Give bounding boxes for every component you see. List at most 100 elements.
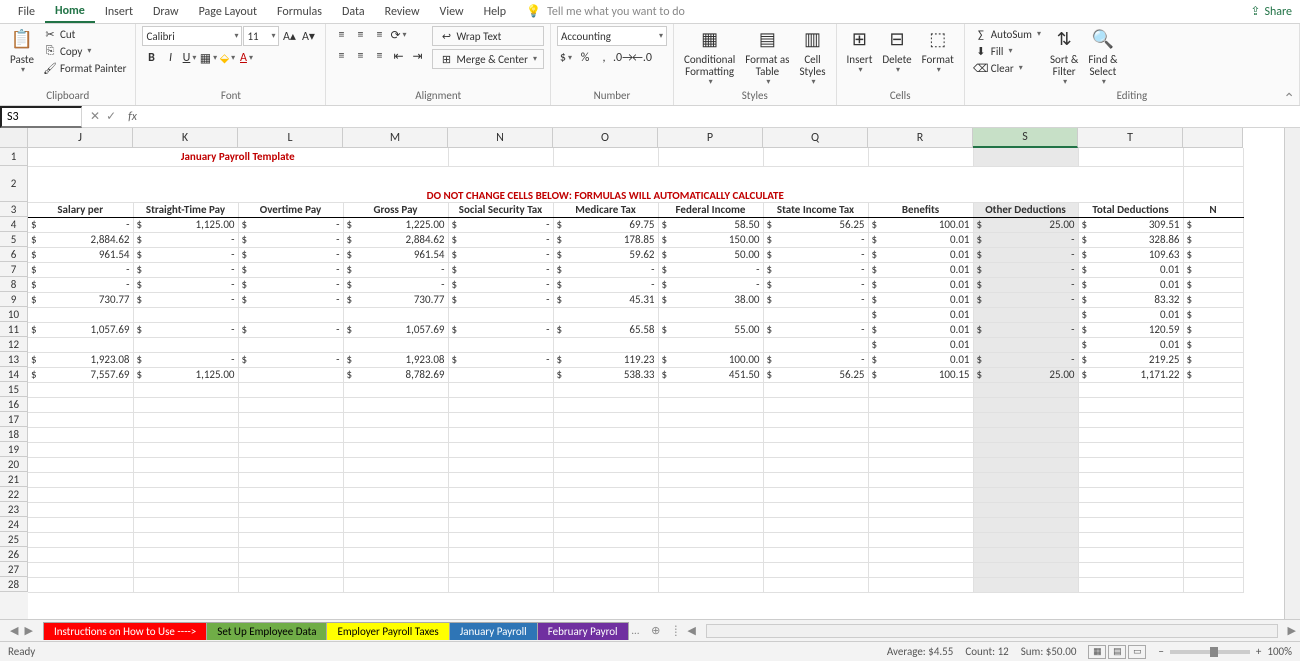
sort-filter-button[interactable]: ⇅Sort & Filter▾: [1046, 26, 1082, 89]
tab-review[interactable]: Review: [375, 2, 430, 22]
format-as-table-button[interactable]: ▤Format as Table▾: [741, 26, 793, 89]
align-middle-icon[interactable]: ≡: [351, 26, 369, 44]
zoom-in-icon[interactable]: +: [1256, 645, 1261, 658]
tab-nav-left-icon[interactable]: ◀: [10, 624, 18, 637]
collapse-ribbon-icon[interactable]: ⌃: [1283, 90, 1295, 107]
row-header-8[interactable]: 8: [0, 277, 28, 292]
col-header-O[interactable]: O: [553, 128, 658, 148]
align-left-icon[interactable]: ≡: [332, 47, 350, 65]
sheet-tab[interactable]: January Payroll: [449, 622, 538, 640]
col-header-L[interactable]: L: [238, 128, 343, 148]
row-header-20[interactable]: 20: [0, 457, 28, 472]
sheet-tab[interactable]: Employer Payroll Taxes: [326, 622, 449, 640]
paste-button[interactable]: 📋 Paste ▾: [6, 26, 38, 77]
comma-format-icon[interactable]: ,: [595, 49, 613, 67]
border-button[interactable]: ▦▾: [199, 49, 217, 67]
autosum-button[interactable]: ∑AutoSum▾: [971, 26, 1044, 42]
row-header-27[interactable]: 27: [0, 562, 28, 577]
row-header-23[interactable]: 23: [0, 502, 28, 517]
tab-help[interactable]: Help: [474, 2, 517, 22]
page-layout-icon[interactable]: ▤: [1108, 645, 1126, 659]
font-color-button[interactable]: A▾: [237, 49, 255, 67]
tab-nav-right-icon[interactable]: ▶: [24, 624, 32, 637]
row-header-25[interactable]: 25: [0, 532, 28, 547]
insert-cells-button[interactable]: ⊞Insert▾: [843, 26, 877, 77]
row-header-14[interactable]: 14: [0, 367, 28, 382]
underline-button[interactable]: U▾: [180, 49, 198, 67]
row-header-7[interactable]: 7: [0, 262, 28, 277]
accounting-format-icon[interactable]: $▾: [557, 49, 575, 67]
row-header-3[interactable]: 3: [0, 202, 28, 217]
add-sheet-button[interactable]: ⊕: [643, 624, 668, 637]
sheet-tab[interactable]: Set Up Employee Data: [206, 622, 327, 640]
clear-button[interactable]: ⌫Clear▾: [971, 60, 1044, 76]
select-all-corner[interactable]: [0, 128, 28, 148]
col-header-P[interactable]: P: [658, 128, 763, 148]
col-header-K[interactable]: K: [133, 128, 238, 148]
tab-draw[interactable]: Draw: [143, 2, 189, 22]
row-header-24[interactable]: 24: [0, 517, 28, 532]
bold-button[interactable]: B: [142, 49, 160, 67]
col-header-J[interactable]: J: [28, 128, 133, 148]
page-break-icon[interactable]: ▭: [1128, 645, 1146, 659]
col-header-M[interactable]: M: [343, 128, 448, 148]
row-header-13[interactable]: 13: [0, 352, 28, 367]
tab-insert[interactable]: Insert: [95, 2, 143, 22]
font-size-select[interactable]: 11▾: [243, 26, 279, 46]
tab-view[interactable]: View: [430, 2, 474, 22]
merge-center-button[interactable]: ⊞Merge & Center▾: [432, 49, 544, 69]
row-header-6[interactable]: 6: [0, 247, 28, 262]
row-header-1[interactable]: 1: [0, 148, 28, 166]
align-right-icon[interactable]: ≡: [370, 47, 388, 65]
cancel-formula-icon[interactable]: ✕: [90, 109, 100, 124]
row-header-9[interactable]: 9: [0, 292, 28, 307]
tab-scroll-right-icon[interactable]: ▶: [1284, 624, 1300, 637]
col-header-N[interactable]: N: [448, 128, 553, 148]
row-header-10[interactable]: 10: [0, 307, 28, 322]
align-top-icon[interactable]: ≡: [332, 26, 350, 44]
row-header-2[interactable]: 2: [0, 166, 28, 202]
tab-page-layout[interactable]: Page Layout: [189, 2, 267, 22]
conditional-formatting-button[interactable]: ▦Conditional Formatting▾: [680, 26, 739, 89]
decrease-font-icon[interactable]: A▾: [299, 27, 317, 45]
tab-file[interactable]: File: [8, 2, 45, 22]
col-header-R[interactable]: R: [868, 128, 973, 148]
row-header-12[interactable]: 12: [0, 337, 28, 352]
vertical-scrollbar[interactable]: [1284, 128, 1300, 619]
zoom-out-icon[interactable]: −: [1158, 645, 1163, 658]
wrap-text-button[interactable]: ↩Wrap Text: [432, 26, 544, 46]
row-header-28[interactable]: 28: [0, 577, 28, 592]
row-header-18[interactable]: 18: [0, 427, 28, 442]
tab-formulas[interactable]: Formulas: [267, 2, 332, 22]
row-header-19[interactable]: 19: [0, 442, 28, 457]
col-header-T[interactable]: T: [1078, 128, 1183, 148]
share-button[interactable]: ⇪Share: [1250, 4, 1292, 19]
tab-data[interactable]: Data: [332, 2, 375, 22]
cut-button[interactable]: ✂Cut: [40, 26, 129, 42]
normal-view-icon[interactable]: ▦: [1088, 645, 1106, 659]
row-header-22[interactable]: 22: [0, 487, 28, 502]
format-cells-button[interactable]: ⬚Format▾: [918, 26, 958, 77]
indent-decrease-icon[interactable]: ⇤: [389, 47, 407, 65]
italic-button[interactable]: I: [161, 49, 179, 67]
fill-color-button[interactable]: ⬙▾: [218, 49, 236, 67]
orientation-icon[interactable]: ⟳▾: [389, 26, 407, 44]
more-tabs-icon[interactable]: …: [628, 624, 644, 637]
row-header-5[interactable]: 5: [0, 232, 28, 247]
zoom-slider[interactable]: [1170, 650, 1250, 654]
row-header-4[interactable]: 4: [0, 217, 28, 232]
col-header-Q[interactable]: Q: [763, 128, 868, 148]
align-bottom-icon[interactable]: ≡: [370, 26, 388, 44]
tab-scroll-left-icon[interactable]: ◀: [683, 624, 699, 637]
sheet-tab[interactable]: February Payrol: [537, 622, 629, 640]
fx-icon[interactable]: fx: [124, 110, 141, 124]
format-painter-button[interactable]: 🖌Format Painter: [40, 60, 129, 76]
row-header-21[interactable]: 21: [0, 472, 28, 487]
find-select-button[interactable]: 🔍Find & Select▾: [1084, 26, 1121, 89]
row-header-15[interactable]: 15: [0, 382, 28, 397]
col-header-next[interactable]: [1183, 128, 1243, 148]
row-header-16[interactable]: 16: [0, 397, 28, 412]
formula-input[interactable]: [141, 108, 1300, 126]
sheet-tab[interactable]: Instructions on How to Use ---->: [43, 622, 207, 640]
row-header-11[interactable]: 11: [0, 322, 28, 337]
